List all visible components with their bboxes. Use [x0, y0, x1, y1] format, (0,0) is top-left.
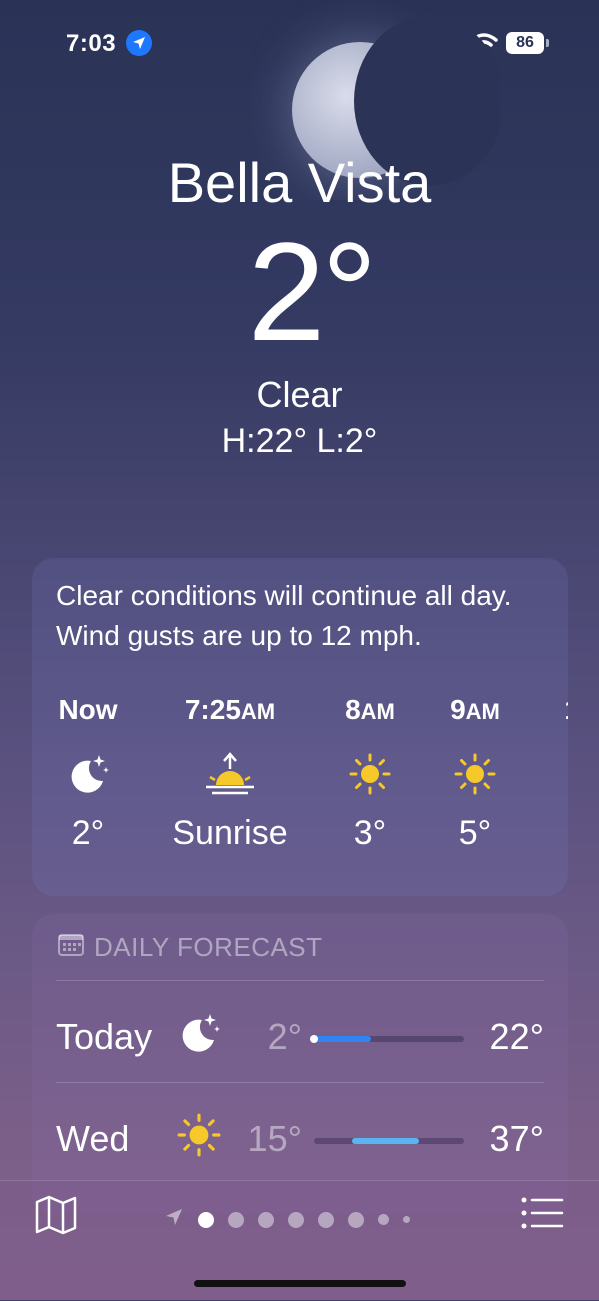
page-dot [348, 1211, 364, 1228]
weather-summary: Clear conditions will continue all day. … [56, 580, 512, 651]
high-low: H:22° L:2° [221, 422, 378, 460]
moon-stars-icon [176, 1010, 222, 1061]
range-fill [351, 1138, 419, 1144]
page-dot [288, 1211, 304, 1228]
battery-indicator: 86 [506, 32, 544, 54]
battery-tip [546, 39, 549, 47]
map-icon[interactable] [34, 1195, 78, 1240]
high-temp: 22° [489, 1016, 544, 1057]
location-arrow-icon [126, 30, 152, 56]
page-dot [228, 1211, 244, 1228]
hour-value [510, 814, 568, 864]
page-indicator[interactable] [164, 1207, 410, 1232]
page-dot [198, 1211, 214, 1228]
city-name: Bella Vista [167, 151, 432, 214]
divider [56, 980, 544, 981]
list-icon[interactable] [520, 1195, 564, 1236]
page-dot [258, 1211, 274, 1228]
daily-forecast-header: DAILY FORECAST [58, 932, 323, 963]
hour-value: Sunrise [172, 814, 288, 852]
low-temp: 15° [247, 1118, 302, 1159]
hour-label: 7:25AM [184, 694, 276, 725]
page-dot [318, 1211, 334, 1228]
sun-icon [176, 1112, 222, 1163]
sun-icon [510, 734, 568, 814]
daily-forecast-title: DAILY FORECAST [94, 932, 323, 962]
moon-stars-icon [32, 734, 158, 814]
home-indicator [194, 1280, 406, 1287]
current-condition: Clear [256, 374, 343, 415]
calendar-icon [58, 932, 84, 963]
status-time: 7:03 [66, 30, 117, 57]
hour-label: Now [58, 694, 118, 725]
daily-row-wed[interactable]: Wed 15° 37° [32, 1100, 568, 1180]
day-label: Today [56, 1016, 153, 1057]
hourly-list[interactable]: Now 2° 7:25AM Sunrise 8AM 3° 9AM 5° [32, 694, 568, 894]
hour-item: 10 [510, 694, 568, 864]
current-temp-dot [310, 1035, 318, 1043]
hour-item: Now 2° [32, 694, 158, 864]
daily-row-today[interactable]: Today 2° 22° [32, 998, 568, 1078]
day-label: Wed [56, 1118, 130, 1159]
temperature-range-bar [314, 1138, 464, 1144]
high-temp: 37° [489, 1118, 544, 1159]
current-temperature: 2° [247, 213, 378, 370]
range-fill [314, 1036, 371, 1042]
sunrise-icon [160, 734, 300, 814]
hour-label: 10 [510, 694, 568, 734]
divider [56, 1082, 544, 1083]
hourly-forecast-card[interactable]: Clear conditions will continue all day. … [32, 558, 568, 896]
hour-item: 7:25AM Sunrise [160, 694, 300, 864]
temperature-range-bar [310, 1035, 464, 1043]
location-arrow-icon [164, 1207, 184, 1232]
hour-value: 2° [71, 814, 105, 852]
low-temp: 2° [267, 1016, 302, 1057]
daily-forecast-card[interactable]: DAILY FORECAST Today 2° 22° Wed 15° 37° [32, 914, 568, 1214]
page-dot [378, 1214, 389, 1225]
page-dot [403, 1216, 410, 1223]
